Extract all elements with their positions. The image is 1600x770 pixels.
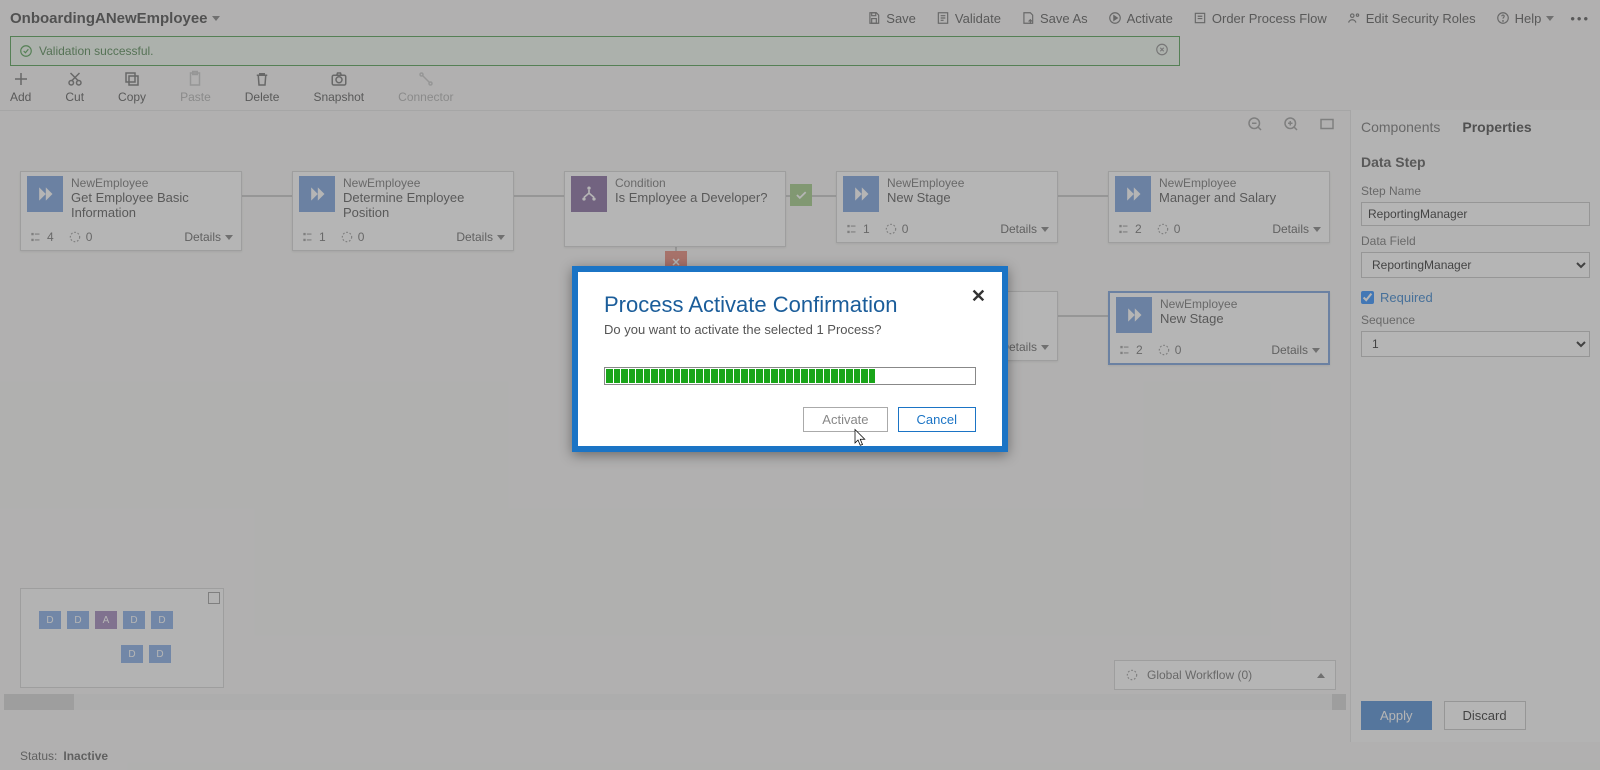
dialog-cancel-button[interactable]: Cancel bbox=[898, 407, 976, 432]
progress-bar bbox=[604, 367, 976, 385]
activate-confirmation-dialog: ✕ Process Activate Confirmation Do you w… bbox=[572, 266, 1008, 452]
dialog-subtitle: Do you want to activate the selected 1 P… bbox=[604, 322, 976, 337]
dialog-title: Process Activate Confirmation bbox=[604, 292, 976, 318]
dialog-close-button[interactable]: ✕ bbox=[971, 286, 986, 307]
dialog-activate-button[interactable]: Activate bbox=[803, 407, 887, 432]
